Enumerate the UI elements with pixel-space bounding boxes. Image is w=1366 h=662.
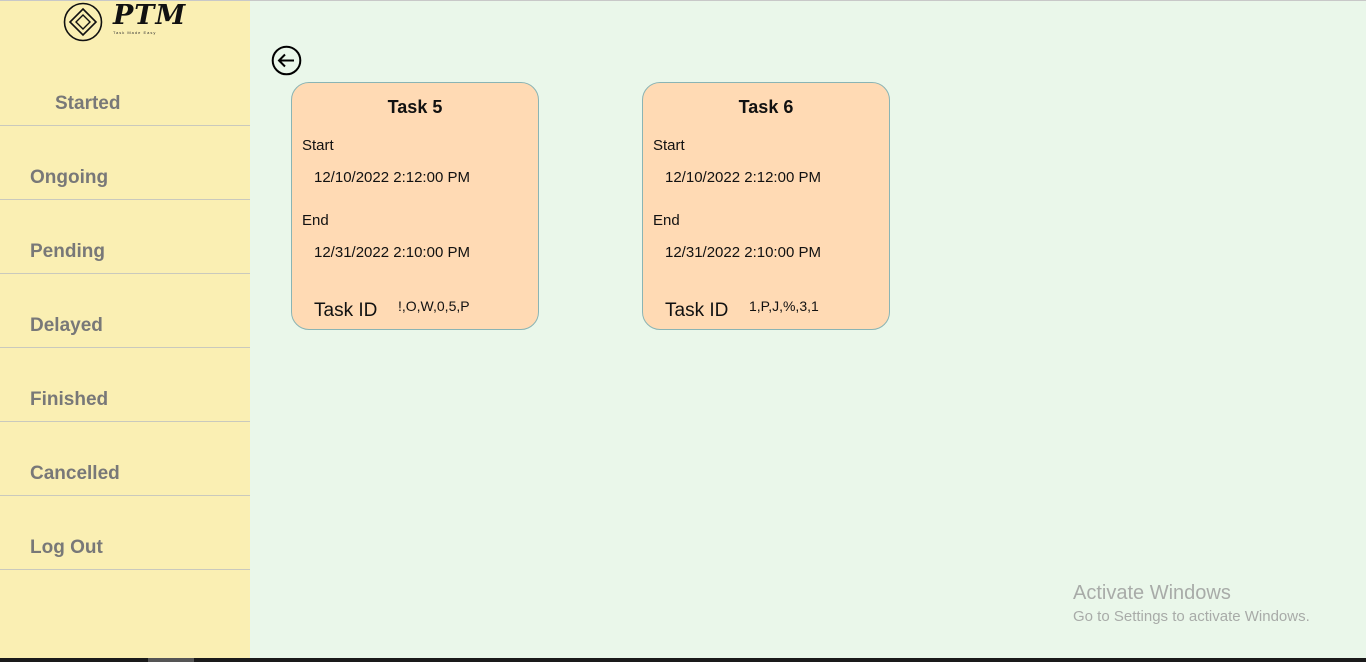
task-title: Task 5 [387, 97, 443, 117]
start-label: Start [302, 137, 334, 154]
task-card[interactable]: Task 6 Start 12/10/2022 2:12:00 PM End 1… [642, 82, 890, 330]
taskbar-segment [148, 658, 194, 662]
back-arrow-circle-icon[interactable] [271, 45, 302, 76]
diamond-logo-icon [63, 2, 103, 42]
watermark-title: Activate Windows [1073, 582, 1231, 604]
sidebar-item-pending[interactable]: Pending [0, 200, 250, 274]
start-label: Start [653, 137, 685, 154]
start-value: 12/10/2022 2:12:00 PM [314, 169, 470, 186]
sidebar-item-label: Pending [30, 241, 105, 262]
sidebar-item-label: Delayed [30, 315, 103, 336]
task-id-label: Task ID [665, 300, 729, 321]
sidebar: PTM Task Made Easy Started Ongoing Pendi… [0, 0, 250, 658]
sidebar-item-started[interactable]: Started [0, 52, 250, 126]
sidebar-item-label: Ongoing [30, 167, 109, 188]
sidebar-item-delayed[interactable]: Delayed [0, 274, 250, 348]
task-id-label: Task ID [314, 300, 378, 321]
logo-text: PTM [113, 0, 187, 31]
activate-windows-watermark: Activate Windows Go to Settings to activ… [1073, 582, 1310, 625]
end-label: End [653, 212, 680, 229]
sidebar-item-label: Started [55, 93, 121, 114]
sidebar-item-log-out[interactable]: Log Out [0, 496, 250, 570]
logo-tagline: Task Made Easy [113, 30, 157, 35]
end-value: 12/31/2022 2:10:00 PM [314, 244, 470, 261]
task-title: Task 6 [738, 97, 794, 117]
start-value: 12/10/2022 2:12:00 PM [665, 169, 821, 186]
task-card[interactable]: Task 5 Start 12/10/2022 2:12:00 PM End 1… [291, 82, 539, 330]
watermark-subtitle: Go to Settings to activate Windows. [1073, 608, 1310, 625]
sidebar-item-ongoing[interactable]: Ongoing [0, 126, 250, 200]
app-logo: PTM Task Made Easy [63, 0, 187, 44]
end-label: End [302, 212, 329, 229]
taskbar-edge [0, 658, 1366, 662]
task-id-value: !,O,W,0,5,P [398, 298, 470, 314]
sidebar-item-cancelled[interactable]: Cancelled [0, 422, 250, 496]
sidebar-item-label: Finished [30, 389, 109, 410]
sidebar-item-label: Log Out [30, 537, 103, 558]
end-value: 12/31/2022 2:10:00 PM [665, 244, 821, 261]
sidebar-item-finished[interactable]: Finished [0, 348, 250, 422]
task-id-value: 1,P,J,%,3,1 [749, 298, 819, 314]
sidebar-item-label: Cancelled [30, 463, 120, 484]
